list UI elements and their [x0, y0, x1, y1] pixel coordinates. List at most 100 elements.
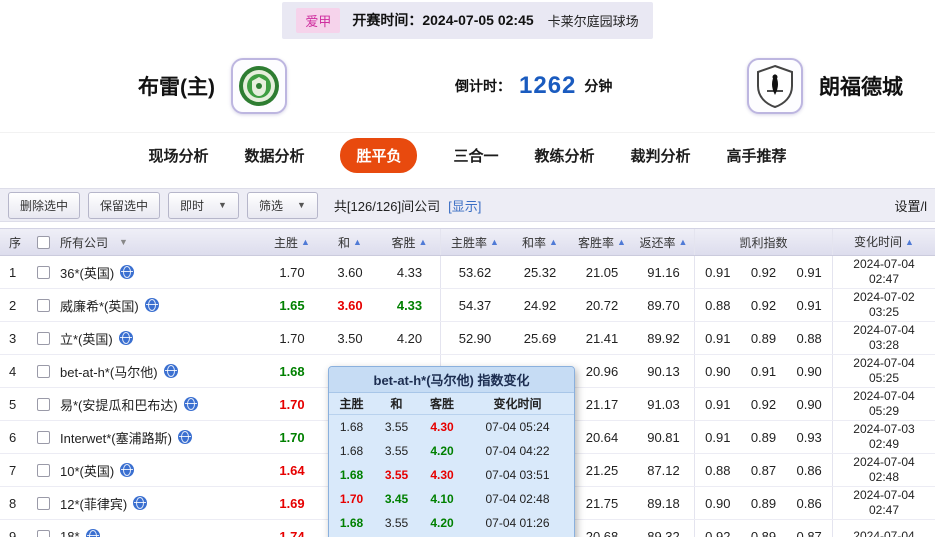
- away-rate: 20.72: [585, 297, 619, 313]
- row-check-cell: [28, 520, 58, 537]
- home-odds: 1.70: [279, 264, 305, 280]
- row-checkbox[interactable]: [36, 265, 50, 279]
- row-checkbox[interactable]: [36, 463, 50, 477]
- popup-home-odds: 1.68: [339, 420, 364, 434]
- header-company[interactable]: 所有公司 ▼: [58, 229, 263, 255]
- home-team-logo: [231, 58, 287, 114]
- draw-rate: 25.69: [523, 330, 557, 346]
- tab-three-in-one[interactable]: 三合一: [453, 145, 498, 166]
- filter-dropdown-label: 筛选: [258, 198, 283, 213]
- row-checkbox[interactable]: [36, 331, 50, 345]
- header-return-rate[interactable]: 返还率 ▲: [633, 229, 695, 255]
- header-away-rate[interactable]: 客胜率 ▲: [571, 229, 633, 255]
- popup-row: 1.68 3.55 4.30 07-04 03:51: [329, 463, 574, 487]
- sort-asc-icon: ▲: [418, 237, 428, 247]
- away-odds: 4.33: [379, 289, 441, 321]
- header-home-rate-label: 主胜率: [451, 235, 488, 250]
- away-rate: 21.41: [585, 330, 619, 346]
- home-team-name: 布雷(主): [138, 76, 215, 99]
- tab-data-analysis[interactable]: 数据分析: [244, 145, 304, 166]
- globe-icon[interactable]: [163, 364, 178, 378]
- kelly-cell: 0.91 0.92 0.91: [695, 256, 833, 288]
- draw-odds: 3.50: [337, 330, 363, 346]
- kelly-home: 0.88: [705, 462, 731, 478]
- row-checkbox[interactable]: [36, 496, 50, 510]
- return-rate: 89.92: [633, 322, 695, 354]
- header-home-rate[interactable]: 主胜率 ▲: [441, 229, 509, 255]
- odds-analysis-page: 爱甲 开赛时间：2024-07-05 02:45 卡莱尔庭园球场 布雷(主) 倒…: [0, 0, 935, 537]
- company-count-text: 共[126/126]间公司: [333, 198, 441, 214]
- popup-header-draw: 和: [390, 397, 403, 411]
- kelly-home: 0.91: [705, 429, 731, 445]
- header-change-time[interactable]: 变化时间 ▲: [833, 229, 935, 255]
- row-checkbox[interactable]: [36, 298, 50, 312]
- globe-icon[interactable]: [144, 298, 159, 312]
- row-checkbox[interactable]: [36, 364, 50, 378]
- globe-icon[interactable]: [177, 430, 192, 444]
- return-rate: 91.03: [633, 388, 695, 420]
- popup-title: bet-at-h*(马尔他) 指数变化: [329, 367, 574, 393]
- return-rate: 89.32: [633, 520, 695, 537]
- globe-icon[interactable]: [118, 331, 133, 345]
- header-return-rate-label: 返还率: [639, 235, 676, 250]
- settings-link[interactable]: 设置/l: [894, 196, 927, 215]
- kelly-away: 0.90: [796, 396, 822, 412]
- filter-dropdown[interactable]: 筛选 ▼: [246, 191, 318, 219]
- kelly-draw: 0.89: [750, 495, 777, 511]
- globe-icon[interactable]: [120, 463, 135, 477]
- company-name[interactable]: 12*(菲律宾): [60, 494, 127, 513]
- tab-referee-analysis[interactable]: 裁判分析: [631, 145, 691, 166]
- tab-expert-picks[interactable]: 高手推荐: [727, 145, 787, 166]
- row-checkbox[interactable]: [36, 430, 50, 444]
- row-checkbox[interactable]: [36, 397, 50, 411]
- instant-dropdown[interactable]: 即时 ▼: [168, 191, 239, 219]
- row-seq: 3: [9, 330, 17, 346]
- popup-row: 1.68 3.55 4.20 07-04 01:26: [329, 511, 574, 535]
- kelly-cell: 0.91 0.89 0.93: [695, 421, 833, 453]
- select-all-checkbox[interactable]: [36, 235, 50, 249]
- company-name[interactable]: 易*(安提瓜和巴布达): [60, 395, 178, 414]
- away-rate: 21.17: [585, 396, 619, 412]
- globe-icon[interactable]: [85, 529, 100, 537]
- globe-icon[interactable]: [133, 496, 148, 510]
- row-company-cell: 易*(安提瓜和巴布达): [58, 388, 263, 420]
- kelly-home: 0.91: [705, 330, 731, 346]
- row-company-cell: bet-at-h*(马尔他): [58, 355, 263, 387]
- company-name[interactable]: bet-at-h*(马尔他): [60, 362, 158, 381]
- tab-live-analysis[interactable]: 现场分析: [148, 145, 208, 166]
- away-odds: 4.33: [379, 256, 441, 288]
- company-name[interactable]: 立*(英国): [60, 329, 113, 348]
- tab-win-draw-lose[interactable]: 胜平负: [340, 137, 418, 173]
- header-draw-rate[interactable]: 和率 ▲: [509, 229, 571, 255]
- kelly-cell: 0.91 0.89 0.88: [695, 322, 833, 354]
- row-seq: 8: [9, 495, 17, 511]
- show-link[interactable]: [显示]: [448, 196, 481, 215]
- home-rate: 53.62: [458, 264, 492, 280]
- away-rate: 21.25: [585, 462, 619, 478]
- company-filter-icon[interactable]: ▼: [119, 237, 128, 247]
- row-company-cell: 36*(英国): [58, 256, 263, 288]
- company-name[interactable]: 威廉希*(英国): [60, 296, 139, 315]
- row-check-cell: [28, 289, 58, 321]
- change-time: 02:49: [868, 437, 900, 451]
- keep-selected-button[interactable]: 保留选中: [88, 191, 161, 219]
- company-name[interactable]: 18*: [60, 529, 80, 537]
- header-draw-odds[interactable]: 和 ▲: [321, 229, 379, 255]
- row-checkbox[interactable]: [36, 529, 50, 537]
- company-name[interactable]: Interwet*(塞浦路斯): [60, 428, 172, 447]
- header-home-odds[interactable]: 主胜 ▲: [263, 229, 321, 255]
- globe-icon[interactable]: [120, 265, 135, 279]
- home-odds: 1.74: [279, 528, 305, 537]
- header-away-odds[interactable]: 客胜 ▲: [379, 229, 441, 255]
- home-team: 布雷(主): [138, 58, 287, 114]
- change-time-cell: 2024-07-04 03:28: [833, 322, 935, 354]
- tab-coach-analysis[interactable]: 教练分析: [535, 145, 595, 166]
- change-time-cell: 2024-07-04 02:47: [833, 487, 935, 519]
- change-date: 2024-07-04: [853, 389, 915, 403]
- company-name[interactable]: 36*(英国): [60, 263, 114, 282]
- globe-icon[interactable]: [183, 397, 198, 411]
- sort-asc-icon: ▲: [617, 237, 626, 247]
- company-name[interactable]: 10*(英国): [60, 461, 114, 480]
- away-rate: 21.75: [585, 495, 619, 511]
- delete-selected-button[interactable]: 删除选中: [8, 191, 81, 219]
